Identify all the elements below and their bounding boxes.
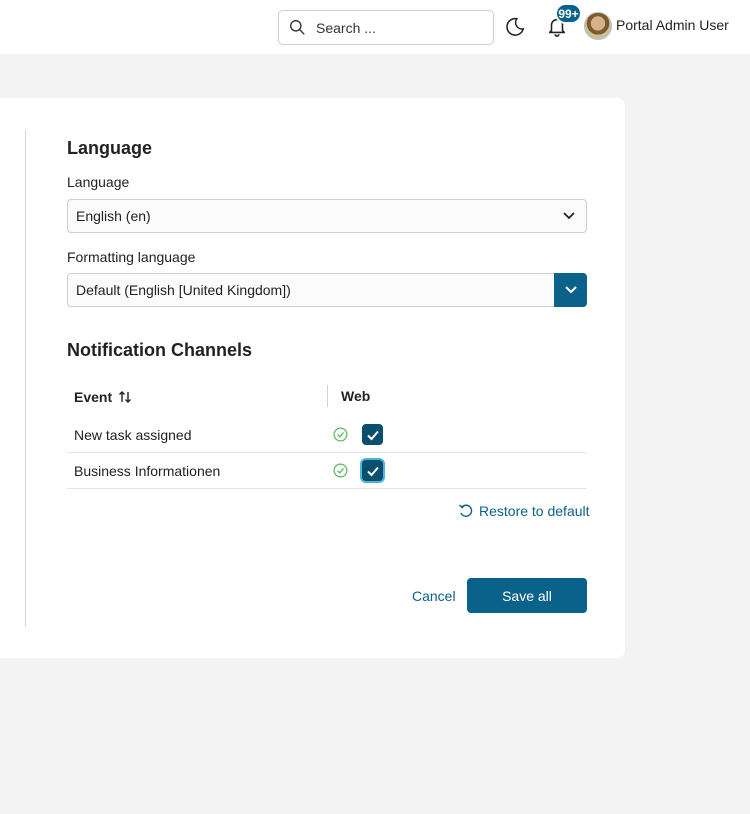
event-column-header[interactable]: Event bbox=[74, 389, 132, 405]
chevron-down-icon bbox=[563, 212, 575, 220]
event-column-label: Event bbox=[74, 389, 113, 405]
restore-default-link[interactable]: Restore to default bbox=[458, 503, 590, 519]
sort-icon[interactable] bbox=[118, 390, 132, 404]
formatting-language-value: Default (English [United Kingdom]) bbox=[76, 282, 291, 298]
check-circle-icon bbox=[333, 463, 348, 478]
formatting-language-select[interactable]: Default (English [United Kingdom]) bbox=[67, 273, 587, 307]
language-select-value: English (en) bbox=[76, 208, 151, 224]
event-name: Business Informationen bbox=[74, 463, 221, 479]
web-checkbox[interactable] bbox=[362, 424, 383, 445]
check-circle-icon bbox=[333, 427, 348, 442]
column-separator bbox=[327, 385, 328, 407]
web-checkbox[interactable] bbox=[362, 460, 383, 481]
language-section-title: Language bbox=[67, 138, 153, 158]
save-all-button[interactable]: Save all bbox=[467, 578, 587, 613]
moon-icon[interactable] bbox=[504, 16, 526, 38]
divider-line bbox=[25, 130, 26, 627]
notification-badge: 99+ bbox=[555, 3, 582, 24]
formatting-dropdown-button[interactable] bbox=[554, 273, 587, 307]
chevron-down-icon bbox=[564, 286, 577, 294]
restore-icon bbox=[459, 504, 473, 517]
notification-channels-title: Notification Channels bbox=[67, 340, 253, 360]
checkmark-icon bbox=[366, 466, 379, 476]
user-name[interactable]: Portal Admin User bbox=[616, 17, 729, 33]
avatar[interactable] bbox=[584, 12, 612, 40]
checkmark-icon bbox=[366, 430, 379, 440]
language-label: Language bbox=[67, 174, 130, 190]
search-icon bbox=[290, 20, 305, 35]
row-divider bbox=[67, 488, 587, 489]
top-bar: Search ... 99+ Portal Admin User bbox=[0, 0, 750, 54]
restore-default-label: Restore to default bbox=[479, 503, 590, 519]
language-select[interactable]: English (en) bbox=[67, 199, 587, 233]
event-name: New task assigned bbox=[74, 427, 192, 443]
row-divider bbox=[67, 452, 587, 453]
web-column-header: Web bbox=[341, 388, 371, 404]
cancel-button[interactable]: Cancel bbox=[412, 588, 456, 604]
search-box[interactable]: Search ... bbox=[278, 10, 494, 45]
formatting-language-label: Formatting language bbox=[67, 249, 196, 265]
search-placeholder: Search ... bbox=[316, 19, 376, 36]
